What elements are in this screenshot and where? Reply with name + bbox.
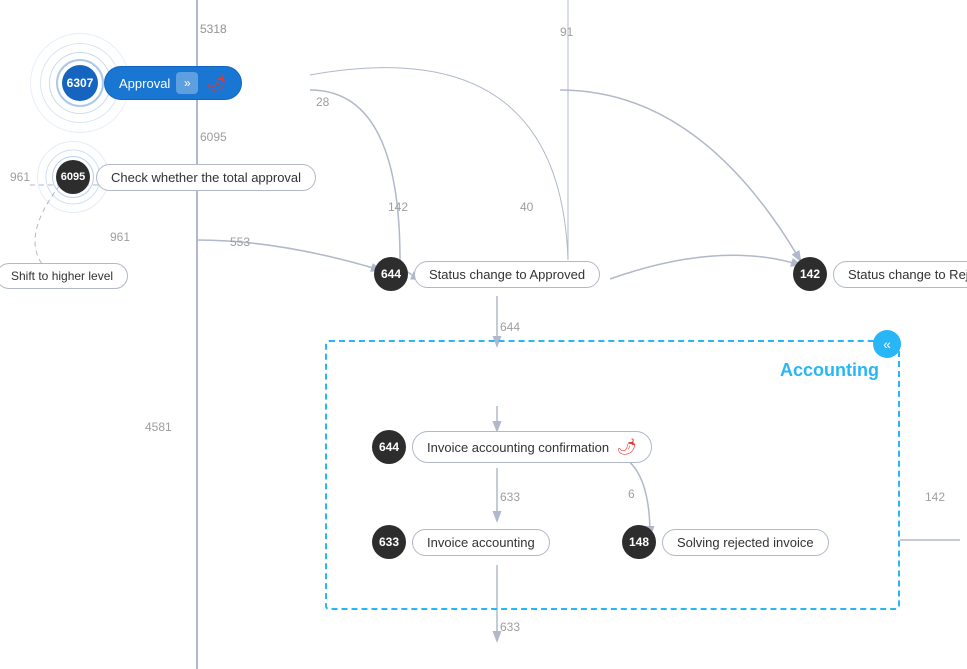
edge-label-142: 142 xyxy=(388,200,408,214)
edge-label-961-bottom: 961 xyxy=(110,230,130,244)
node-644-status-label: Status change to Approved xyxy=(414,261,600,288)
node-148[interactable]: 148 Solving rejected invoice xyxy=(622,525,829,559)
node-148-id: 148 xyxy=(629,535,649,549)
node-6095-label: Check whether the total approval xyxy=(96,164,316,191)
node-6095-id: 6095 xyxy=(61,171,85,183)
edge-label-28: 28 xyxy=(316,95,329,109)
accounting-title: Accounting xyxy=(780,360,879,381)
accounting-collapse-button[interactable]: « xyxy=(873,330,901,358)
node-644-invoice-label: Invoice accounting confirmation 🌶 xyxy=(412,431,652,463)
node-6307[interactable]: 6307 Approval » 🌶 xyxy=(62,65,242,101)
node-6307-label: Approval » 🌶 xyxy=(104,66,242,100)
edge-label-142-right: 142 xyxy=(925,490,945,504)
node-644-status[interactable]: 644 Status change to Approved xyxy=(374,257,600,291)
node-142-status[interactable]: 142 Status change to Rejected xyxy=(793,257,967,291)
node-633-invoice-id: 633 xyxy=(379,535,399,549)
edge-label-553: 553 xyxy=(230,235,250,249)
chili-icon-644-invoice: 🌶 xyxy=(617,439,637,456)
edge-label-633-bottom: 633 xyxy=(500,620,520,634)
node-6307-expand[interactable]: » xyxy=(176,72,198,94)
node-644-status-id: 644 xyxy=(381,267,401,281)
edge-label-644-right: 644 xyxy=(500,320,520,334)
node-142-status-id: 142 xyxy=(800,267,820,281)
edge-label-40: 40 xyxy=(520,200,533,214)
node-633-invoice-label: Invoice accounting xyxy=(412,529,550,556)
edge-label-91: 91 xyxy=(560,25,573,39)
node-shift-label: Shift to higher level xyxy=(0,263,128,289)
node-6307-id: 6307 xyxy=(67,76,94,90)
node-6095[interactable]: 6095 Check whether the total approval xyxy=(56,160,316,194)
node-142-status-label: Status change to Rejected xyxy=(833,261,967,288)
chili-icon-6307: 🌶 xyxy=(206,73,226,93)
edge-label-5318-display: 5318 xyxy=(200,22,227,36)
edge-label-6095: 6095 xyxy=(200,130,227,144)
node-644-invoice[interactable]: 644 Invoice accounting confirmation 🌶 xyxy=(372,430,652,464)
node-633-invoice[interactable]: 633 Invoice accounting xyxy=(372,525,550,559)
node-shift[interactable]: Shift to higher level xyxy=(0,263,128,289)
workflow-canvas: 5318 5318 6095 961 961 28 91 142 40 553 … xyxy=(0,0,967,669)
node-644-invoice-id: 644 xyxy=(379,440,399,454)
edge-label-4581: 4581 xyxy=(145,420,172,434)
node-148-label: Solving rejected invoice xyxy=(662,529,829,556)
edge-label-961-left: 961 xyxy=(10,170,30,184)
